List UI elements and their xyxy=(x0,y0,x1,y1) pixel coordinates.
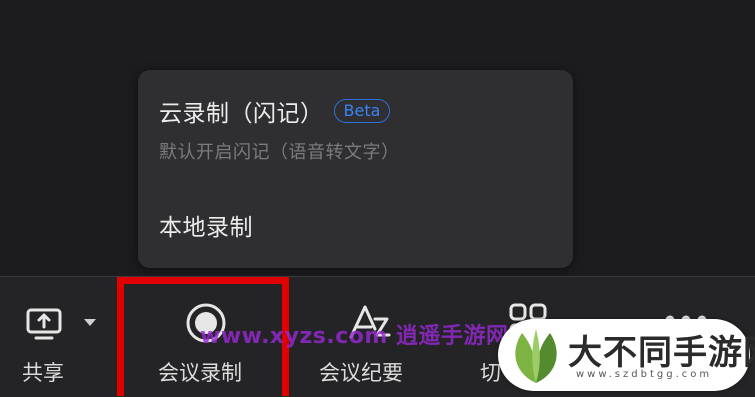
cloud-recording-option[interactable]: 云录制（闪记） Beta 默认开启闪记（语音转文字） xyxy=(159,94,400,164)
share-label: 共享 xyxy=(22,361,64,385)
beta-badge: Beta xyxy=(333,99,391,123)
cloud-recording-title: 云录制（闪记） xyxy=(159,101,324,127)
cloud-recording-subtitle: 默认开启闪记（语音转文字） xyxy=(159,142,400,163)
meeting-summary-label: 会议纪要 xyxy=(319,361,403,385)
ai-summary-icon xyxy=(349,305,391,339)
record-icon xyxy=(186,303,226,343)
share-button[interactable]: 共享 xyxy=(18,277,108,397)
leaf-logo-icon xyxy=(515,329,557,383)
watermark-badge-title: 大不同手游网 xyxy=(568,333,755,373)
record-label: 会议录制 xyxy=(158,361,242,385)
watermark-badge-url: www.szdbtgg.com xyxy=(576,369,713,380)
local-recording-option[interactable]: 本地录制 xyxy=(159,208,253,242)
recording-menu: 云录制（闪记） Beta 默认开启闪记（语音转文字） 本地录制 xyxy=(138,70,573,268)
watermark-badge: 大不同手游网 www.szdbtgg.com xyxy=(498,319,755,391)
record-button[interactable]: 会议录制 xyxy=(130,277,285,397)
meeting-summary-button[interactable]: 会议纪要 xyxy=(315,277,425,397)
chevron-down-icon[interactable] xyxy=(84,319,96,326)
screen-share-icon xyxy=(26,308,62,340)
